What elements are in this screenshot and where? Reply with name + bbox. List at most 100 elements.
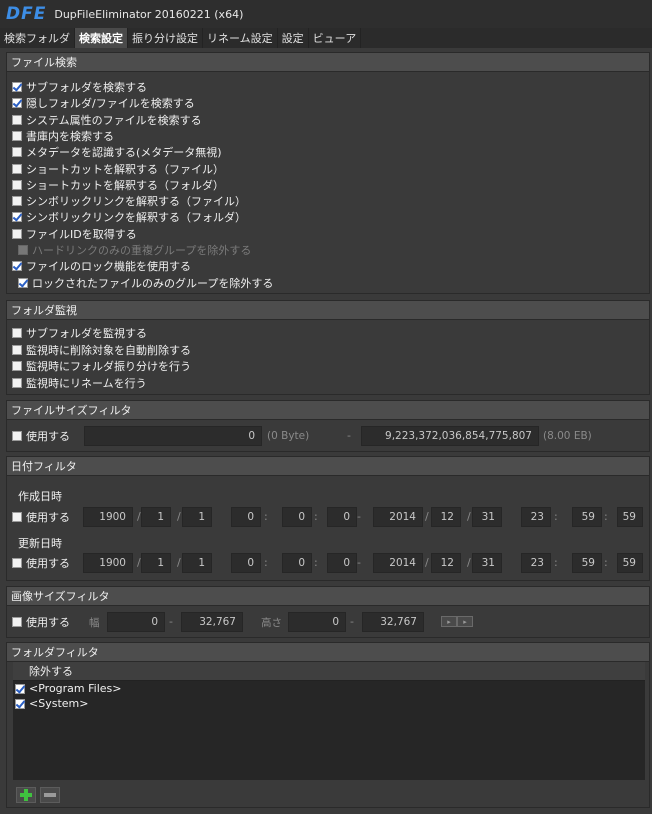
tab-sort-settings[interactable]: 振り分け設定 <box>128 28 203 48</box>
file-search-option[interactable]: シンボリックリンクを解釈する（ファイル） <box>12 193 246 209</box>
folder-filter-list[interactable]: 除外する <Program Files> <System> <box>13 662 645 780</box>
modified-date-to-year-field[interactable]: 2014 <box>373 553 423 573</box>
folder-filter-item[interactable]: <System> <box>13 696 645 711</box>
file-search-option[interactable]: 隠しフォルダ/ファイルを検索する <box>12 95 195 111</box>
file-search-option[interactable]: ファイルIDを取得する <box>12 226 137 242</box>
aspect-lock-button[interactable]: ▸ <box>441 616 457 627</box>
checkbox-icon <box>12 147 22 158</box>
file-size-min-field[interactable]: 0 <box>84 426 262 446</box>
option-label: シンボリックリンクを解釈する（フォルダ） <box>26 211 246 225</box>
checkbox-icon <box>12 228 22 239</box>
folder-filter-item[interactable]: <Program Files> <box>13 681 645 696</box>
tab-rename-settings[interactable]: リネーム設定 <box>203 28 278 48</box>
option-label: 監視時に削除対象を自動削除する <box>26 343 191 357</box>
date-separator: : <box>604 556 608 569</box>
folder-filter-item-label: <Program Files> <box>29 682 122 695</box>
checkbox-icon <box>12 512 22 522</box>
add-folder-button[interactable] <box>16 787 36 803</box>
width-min-field[interactable]: 0 <box>107 612 165 632</box>
height-max-field[interactable]: 32,767 <box>362 612 424 632</box>
option-label: ショートカットを解釈する（ファイル） <box>26 162 224 176</box>
created-date-from-month-field[interactable]: 1 <box>141 507 171 527</box>
checkbox-checked-icon[interactable] <box>15 698 25 709</box>
created-date-from-second-field[interactable]: 0 <box>327 507 357 527</box>
modified-date-to-second-field[interactable]: 59 <box>617 553 643 573</box>
modified-date-to-month-field[interactable]: 12 <box>431 553 461 573</box>
width-sep: - <box>169 615 173 628</box>
image-size-filter-header: 画像サイズフィルタ <box>7 587 649 606</box>
option-label: 監視時にフォルダ振り分けを行う <box>26 360 191 373</box>
file-search-option[interactable]: ファイルのロック機能を使用する <box>12 258 191 274</box>
tab-viewer[interactable]: ビューア <box>309 28 362 48</box>
app-logo: DFE <box>6 4 47 24</box>
aspect-swap-button[interactable]: ▸ <box>457 616 473 627</box>
date-separator: : <box>554 510 558 523</box>
file-search-option[interactable]: ショートカットを解釈する（ファイル） <box>12 161 224 177</box>
folder-filter-group: フォルダフィルタ 除外する <Program Files> <System> <box>6 642 650 808</box>
created-date-from-day-field[interactable]: 1 <box>182 507 212 527</box>
date-separator: : <box>314 510 318 523</box>
modified-date-from-year-field[interactable]: 1900 <box>83 553 133 573</box>
checkbox-checked-icon[interactable] <box>15 683 25 694</box>
created-date-to-year-field[interactable]: 2014 <box>373 507 423 527</box>
file-size-use-checkbox[interactable]: 使用する <box>12 428 70 444</box>
folder-watch-option[interactable]: 監視時に削除対象を自動削除する <box>12 342 191 358</box>
folder-watch-option[interactable]: サブフォルダを監視する <box>12 325 147 341</box>
tab-search-settings[interactable]: 検索設定 <box>75 28 128 48</box>
date-separator: - <box>357 510 361 523</box>
folder-watch-header: フォルダ監視 <box>7 301 649 320</box>
option-label: 監視時にリネームを行う <box>26 376 147 390</box>
folder-watch-option[interactable]: 監視時にフォルダ振り分けを行う <box>12 358 191 374</box>
file-size-max-unit: (8.00 EB) <box>543 430 592 442</box>
modified-date-from-second-field[interactable]: 0 <box>327 553 357 573</box>
checkbox-icon <box>12 431 22 441</box>
height-min-field[interactable]: 0 <box>288 612 346 632</box>
exclude-column-header[interactable]: 除外する <box>13 662 645 681</box>
created-date-to-month-field[interactable]: 12 <box>431 507 461 527</box>
date-filter-header: 日付フィルタ <box>7 457 649 476</box>
file-search-option[interactable]: ショートカットを解釈する（フォルダ） <box>12 177 224 193</box>
tab-search-folder[interactable]: 検索フォルダ <box>0 28 75 48</box>
checkbox-icon <box>12 377 22 388</box>
file-search-option[interactable]: シンボリックリンクを解釈する（フォルダ） <box>12 209 246 225</box>
file-search-option[interactable]: サブフォルダを検索する <box>12 79 147 95</box>
file-size-range-sep: - <box>347 429 351 442</box>
modified-date-from-minute-field[interactable]: 0 <box>282 553 312 573</box>
checkbox-checked-icon <box>12 212 22 223</box>
image-size-use-checkbox[interactable]: 使用する <box>12 614 70 630</box>
modified-date-from-day-field[interactable]: 1 <box>182 553 212 573</box>
created-date-from-hour-field[interactable]: 0 <box>231 507 261 527</box>
date-separator: / <box>137 510 141 523</box>
created-date-from-minute-field[interactable]: 0 <box>282 507 312 527</box>
folder-watch-option[interactable]: 監視時にリネームを行う <box>12 375 147 391</box>
created-date-to-hour-field[interactable]: 23 <box>521 507 551 527</box>
file-search-option[interactable]: 書庫内を検索する <box>12 128 114 144</box>
file-search-option[interactable]: システム属性のファイルを検索する <box>12 112 202 128</box>
folder-filter-item-label: <System> <box>29 697 89 710</box>
created-date-use-checkbox[interactable]: 使用する <box>12 509 70 525</box>
created-date-to-day-field[interactable]: 31 <box>472 507 502 527</box>
remove-folder-button[interactable] <box>40 787 60 803</box>
date-separator: : <box>314 556 318 569</box>
modified-date-use-checkbox[interactable]: 使用する <box>12 555 70 571</box>
width-max-field[interactable]: 32,767 <box>181 612 243 632</box>
checkbox-checked-icon <box>12 82 22 92</box>
height-label: 高さ <box>261 617 282 629</box>
checkbox-icon <box>12 617 22 627</box>
modified-date-from-hour-field[interactable]: 0 <box>231 553 261 573</box>
modified-date-from-month-field[interactable]: 1 <box>141 553 171 573</box>
checkbox-icon <box>18 245 28 255</box>
created-date-to-minute-field[interactable]: 59 <box>572 507 602 527</box>
file-size-max-field[interactable]: 9,223,372,036,854,775,807 <box>361 426 539 446</box>
modified-date-to-minute-field[interactable]: 59 <box>572 553 602 573</box>
file-search-option[interactable]: メタデータを認識する(メタデータ無視) <box>12 144 222 160</box>
date-filter-group: 日付フィルタ 作成日時 使用する 1900 1 1 0 0 0 2014 12 31 23 59 59/… <box>6 456 650 581</box>
modified-date-to-hour-field[interactable]: 23 <box>521 553 551 573</box>
file-search-option[interactable]: ロックされたファイルのみのグループを除外する <box>18 275 273 291</box>
created-date-from-year-field[interactable]: 1900 <box>83 507 133 527</box>
plus-icon <box>20 789 32 801</box>
created-date-to-second-field[interactable]: 59 <box>617 507 643 527</box>
checkbox-checked-icon <box>18 277 28 288</box>
modified-date-to-day-field[interactable]: 31 <box>472 553 502 573</box>
tab-settings[interactable]: 設定 <box>278 28 309 48</box>
